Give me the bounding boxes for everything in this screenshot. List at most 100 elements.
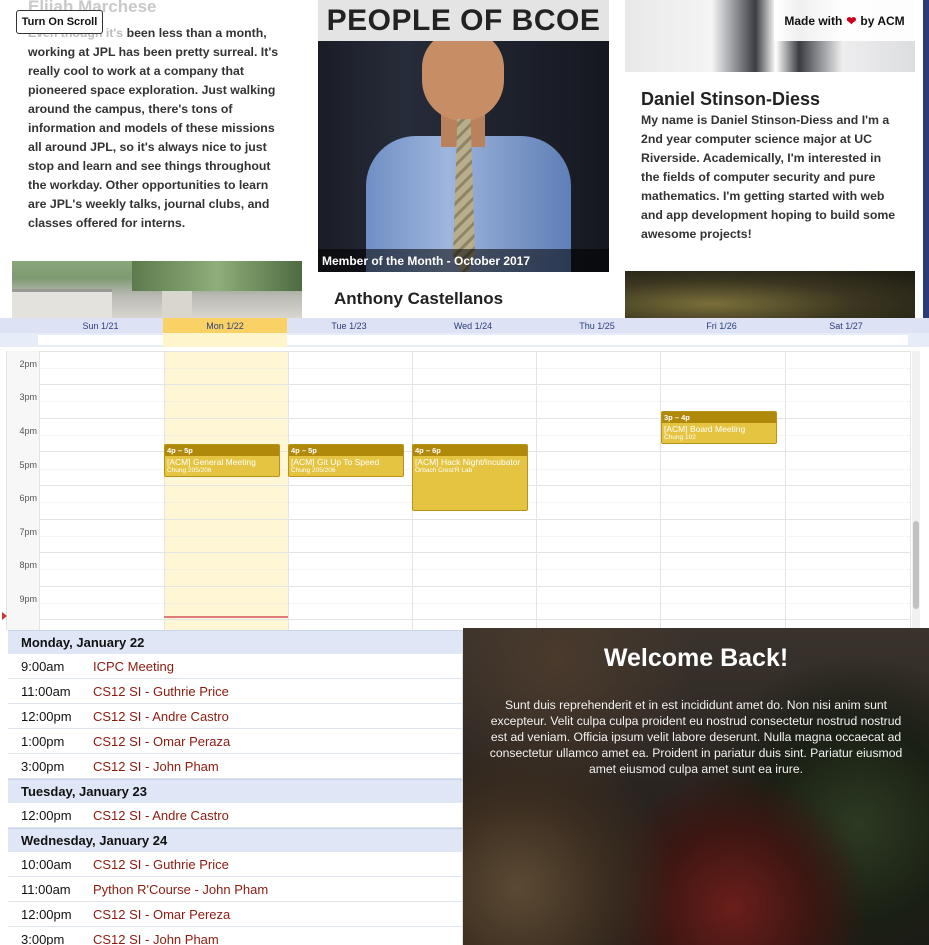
agenda-time: 9:00am [21, 658, 65, 674]
agenda-item[interactable]: 10:00am CS12 SI - Guthrie Price [8, 852, 462, 877]
agenda-title[interactable]: CS12 SI - John Pham [93, 932, 219, 945]
agenda-time: 11:00am [21, 683, 71, 699]
agenda-time: 11:00am [21, 881, 71, 897]
hour-label: 4pm [19, 426, 37, 436]
agenda-time: 3:00pm [21, 758, 65, 774]
people-card-left: Elijah Marchese Even though it's been le… [0, 0, 318, 318]
day-gridline [910, 351, 911, 630]
week-calendar: Sun 1/21 Mon 1/22 Tue 1/23 Wed 1/24 Thu … [0, 318, 929, 630]
agenda-time: 1:00pm [21, 733, 65, 749]
agenda-item[interactable]: 9:00am ICPC Meeting [8, 654, 462, 679]
calendar-day-mon[interactable]: Mon 1/22 [163, 318, 287, 333]
agenda-title[interactable]: CS12 SI - Omar Peraza [93, 734, 230, 749]
agenda-title[interactable]: CS12 SI - Guthrie Price [93, 684, 229, 699]
calendar-day-header: Sun 1/21 Mon 1/22 Tue 1/23 Wed 1/24 Thu … [0, 318, 929, 333]
hour-gridline [39, 350, 910, 352]
hour-label: 9pm [19, 594, 37, 604]
agenda-title[interactable]: CS12 SI - Andre Castro [93, 709, 229, 724]
current-time-line [164, 616, 288, 618]
hour-gridline [39, 417, 910, 419]
event-time: 4p – 5p [289, 445, 403, 456]
agenda-item[interactable]: 12:00pm CS12 SI - Omar Pereza [8, 902, 462, 927]
calendar-event[interactable]: 4p – 5p [ACM] General Meeting Chung 205/… [164, 444, 280, 477]
agenda-item[interactable]: 11:00am Python R'Course - John Pham [8, 877, 462, 902]
calendar-today-column [164, 351, 288, 630]
event-time: 3p – 4p [662, 412, 776, 423]
agenda-title[interactable]: CS12 SI - Omar Pereza [93, 907, 230, 922]
calendar-day-fri[interactable]: Fri 1/26 [659, 318, 784, 333]
event-location: Chung 102 [664, 434, 696, 441]
day-gridline [164, 351, 165, 630]
half-hour-gridline [39, 367, 910, 369]
made-with-suffix: by ACM [860, 13, 905, 28]
agenda-title[interactable]: CS12 SI - John Pham [93, 759, 219, 774]
event-location: Chung 205/206 [291, 467, 336, 474]
agenda-item[interactable]: 3:00pm CS12 SI - John Pham [8, 927, 462, 945]
person-name-right: Daniel Stinson-Diess [641, 89, 821, 109]
hour-label: 2pm [19, 359, 37, 369]
half-hour-gridline [39, 535, 910, 537]
heart-icon: ❤ [846, 13, 857, 28]
calendar-day-thu[interactable]: Thu 1/25 [535, 318, 659, 333]
agenda-item[interactable]: 12:00pm CS12 SI - Andre Castro [8, 803, 462, 828]
people-section: Elijah Marchese Even though it's been le… [0, 0, 929, 318]
event-location: Chung 205/206 [167, 467, 212, 474]
agenda-time: 3:00pm [21, 931, 65, 945]
member-of-month-caption: Member of the Month - October 2017 [318, 249, 609, 272]
agenda-title[interactable]: ICPC Meeting [93, 659, 174, 674]
agenda-item[interactable]: 1:00pm CS12 SI - Omar Peraza [8, 729, 462, 754]
calendar-scrollbar-thumb[interactable] [913, 521, 919, 609]
agenda-item[interactable]: 11:00am CS12 SI - Guthrie Price [8, 679, 462, 704]
person-bio-left-text: been less than a month, working at JPL h… [28, 26, 279, 230]
turn-on-scroll-button[interactable]: Turn On Scroll [16, 10, 103, 34]
calendar-day-sun[interactable]: Sun 1/21 [38, 318, 163, 333]
agenda-title[interactable]: CS12 SI - Guthrie Price [93, 857, 229, 872]
event-title: [ACM] Hack Night/Incubator [415, 457, 521, 467]
person-photo-right-bottom [625, 271, 915, 318]
agenda-list: Monday, January 22 9:00am ICPC Meeting 11… [8, 630, 463, 945]
calendar-hour-gutter: 2pm 3pm 4pm 5pm 6pm 7pm 8pm 9pm [7, 351, 39, 630]
agenda-time: 12:00pm [21, 708, 72, 724]
hour-gridline [39, 552, 910, 554]
hour-gridline [39, 619, 910, 621]
calendar-event[interactable]: 4p – 5p [ACM] Git Up To Speed Chung 205/… [288, 444, 404, 477]
hour-gridline [39, 518, 910, 520]
agenda-title[interactable]: CS12 SI - Andre Castro [93, 808, 229, 823]
agenda-date-header: Tuesday, January 23 [8, 779, 462, 803]
calendar-day-tue[interactable]: Tue 1/23 [287, 318, 411, 333]
agenda-date-header: Wednesday, January 24 [8, 828, 462, 852]
event-time: 4p – 5p [165, 445, 279, 456]
event-title: [ACM] General Meeting [167, 457, 256, 467]
made-with-prefix: Made with [784, 13, 843, 28]
person-bio-right: My name is Daniel Stinson-Diess and I'm … [641, 113, 896, 241]
half-hour-gridline [39, 435, 910, 436]
calendar-day-wed[interactable]: Wed 1/24 [411, 318, 535, 333]
hour-gridline [39, 585, 910, 587]
people-card-featured: PEOPLE OF BCOE Member of the Month - Oct… [318, 0, 609, 318]
agenda-time: 12:00pm [21, 906, 72, 922]
current-time-arrow-icon [2, 612, 7, 620]
calendar-scrollbar[interactable] [912, 351, 920, 630]
agenda-item[interactable]: 12:00pm CS12 SI - Andre Castro [8, 704, 462, 729]
person-name-featured: Anthony Castellanos [334, 289, 504, 308]
calendar-event[interactable]: 4p – 6p [ACM] Hack Night/Incubator Orbac… [412, 444, 528, 511]
calendar-time-grid[interactable]: 2pm 3pm 4pm 5pm 6pm 7pm 8pm 9pm 4p – 5p … [2, 350, 911, 630]
hour-label: 5pm [19, 460, 37, 470]
agenda-item[interactable]: 3:00pm CS12 SI - John Pham [8, 754, 462, 779]
people-card-right: Made with ❤ by ACM Daniel Stinson-Diess … [609, 0, 929, 318]
calendar-day-sat[interactable]: Sat 1/27 [784, 318, 908, 333]
hour-label: 8pm [19, 560, 37, 570]
made-with-credit: Made with ❤ by ACM [774, 0, 915, 41]
event-title: [ACM] Board Meeting [664, 424, 746, 434]
hour-label: 7pm [19, 527, 37, 537]
person-photo-left-bottom [12, 261, 302, 318]
calendar-event[interactable]: 3p – 4p [ACM] Board Meeting Chung 102 [661, 411, 777, 444]
event-time: 4p – 6p [413, 445, 527, 456]
day-gridline [785, 351, 786, 630]
member-of-month-photo [318, 41, 609, 272]
person-bio-left: Even though it's been less than a month,… [28, 24, 290, 233]
people-of-bcoe-title: PEOPLE OF BCOE [318, 0, 609, 41]
day-gridline [536, 351, 537, 630]
page-edge-strip [923, 0, 929, 318]
agenda-title[interactable]: Python R'Course - John Pham [93, 882, 268, 897]
